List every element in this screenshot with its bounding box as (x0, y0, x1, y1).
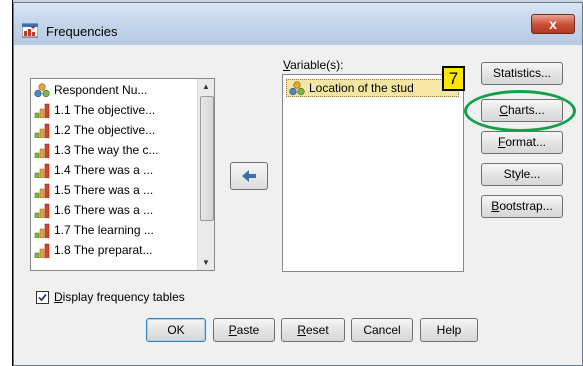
style-button[interactable]: Style... (481, 163, 563, 186)
list-scrollbar[interactable]: ▲ ▼ (197, 79, 214, 270)
ordinal-variable-icon (34, 223, 50, 238)
target-variable-list[interactable]: Location of the stud (282, 74, 464, 272)
source-variable-label: 1.5 There was a ... (54, 183, 154, 197)
statistics-button-label: Statistics... (492, 66, 551, 80)
paste-button-mnemonic: P (228, 323, 237, 337)
cancel-button[interactable]: Cancel (351, 318, 413, 342)
paste-button[interactable]: Paste (213, 318, 275, 342)
display-frequency-tables-label: Display frequency tables (54, 290, 185, 304)
scroll-thumb[interactable] (200, 96, 214, 221)
ordinal-variable-icon (34, 103, 50, 118)
checkmark-icon (38, 293, 47, 302)
source-variable-list[interactable]: Respondent Nu... 1.1 The objective... 1.2 … (30, 78, 215, 271)
ordinal-variable-icon (34, 143, 50, 158)
ok-button-label: OK (167, 323, 185, 337)
cancel-button-label: Cancel (363, 323, 401, 337)
arrow-left-icon (242, 170, 256, 182)
source-variable-label: 1.8 The preparat... (54, 243, 153, 257)
selected-variable-item[interactable]: Location of the stud (286, 79, 459, 97)
reset-button-label: eset (305, 323, 329, 337)
ordinal-variable-icon (34, 183, 50, 198)
format-button-label: ormat... (505, 135, 547, 149)
close-icon: x (549, 16, 557, 32)
nominal-variable-icon (289, 81, 305, 96)
source-variable-label: 1.2 The objective... (54, 123, 156, 137)
selected-variable-label: Location of the stud (309, 81, 414, 95)
reset-button-mnemonic: R (297, 323, 306, 337)
source-variable-label: 1.3 The way the c... (54, 143, 159, 157)
format-button[interactable]: Format... (481, 131, 563, 154)
scroll-down-icon[interactable]: ▼ (199, 255, 213, 270)
source-variable-label: 1.4 There was a ... (54, 163, 154, 177)
dialog-title: Frequencies (46, 24, 118, 39)
title-bar: + Frequencies x (14, 3, 582, 45)
paste-button-label: aste (236, 323, 260, 337)
ordinal-variable-icon (34, 243, 50, 258)
close-button[interactable]: x (531, 14, 575, 34)
move-variable-button[interactable] (230, 162, 268, 190)
reset-button[interactable]: Reset (281, 318, 345, 342)
source-variable-label: 1.1 The objective... (54, 103, 156, 117)
statistics-button[interactable]: Statistics... (481, 62, 563, 85)
source-variable-label: 1.6 There was a ... (54, 203, 154, 217)
svg-text:+: + (31, 25, 35, 32)
step-number-badge: 7 (442, 66, 465, 91)
ordinal-variable-icon (34, 123, 50, 138)
source-variable-label: Respondent Nu... (54, 83, 148, 97)
ok-button[interactable]: OK (146, 318, 206, 342)
ordinal-variable-icon (34, 163, 50, 178)
variables-label: Variable(s): (283, 58, 344, 72)
scroll-up-icon[interactable]: ▲ (199, 79, 213, 94)
ordinal-variable-icon (34, 203, 50, 218)
source-variable-label: 1.7 The learning ... (54, 223, 154, 237)
display-frequency-tables-checkbox[interactable] (36, 291, 49, 304)
nominal-variable-icon (34, 83, 50, 98)
bootstrap-button[interactable]: Bootstrap... (481, 195, 563, 218)
bootstrap-button-label: ootstrap... (499, 199, 553, 213)
charts-highlight-oval (464, 90, 576, 132)
frequencies-app-icon: + (22, 23, 38, 38)
style-button-label: Style... (503, 167, 541, 181)
help-button[interactable]: Help (420, 318, 478, 342)
help-button-label: Help (436, 323, 462, 337)
